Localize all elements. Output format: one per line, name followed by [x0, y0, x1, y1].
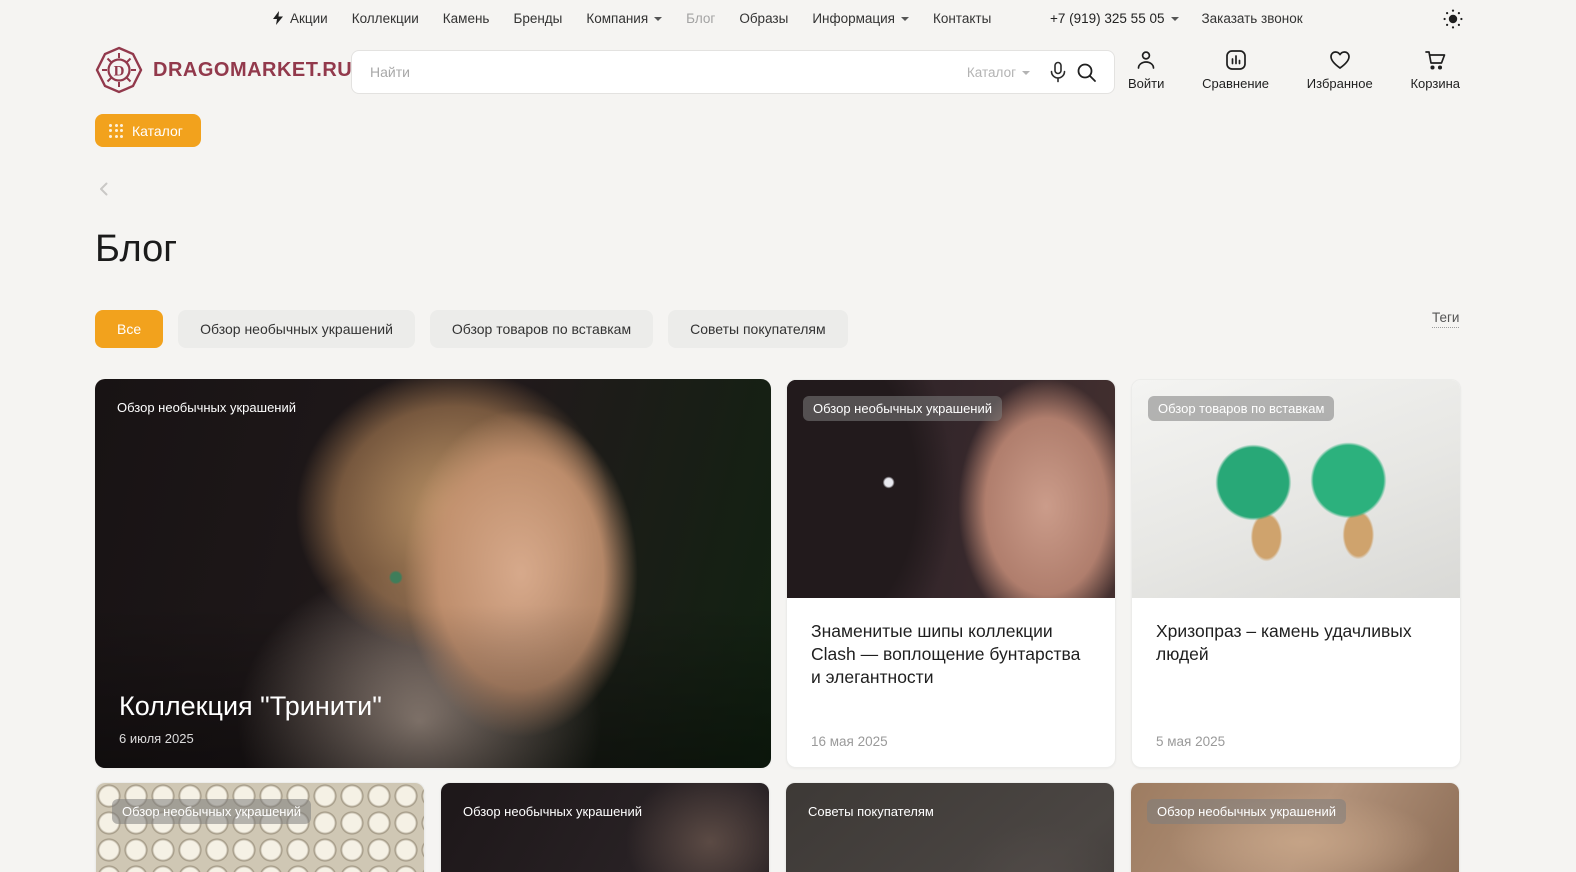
blog-card-date: 16 мая 2025: [811, 734, 888, 749]
phone-label: +7 (919) 325 55 05: [1050, 11, 1164, 26]
category-badge: Обзор необычных украшений: [117, 395, 296, 420]
blog-card-title: Хризопраз – камень удачливых людей: [1156, 620, 1436, 666]
category-badge: Обзор товаров по вставкам: [1148, 396, 1334, 421]
filter-label: Все: [117, 321, 141, 337]
nav-item-brendy[interactable]: Бренды: [513, 11, 562, 26]
nav-item-label: Коллекции: [352, 11, 419, 26]
nav-item-kontakty[interactable]: Контакты: [933, 11, 991, 26]
login-label: Войти: [1128, 76, 1164, 91]
topbar-right: +7 (919) 325 55 05 Заказать звонок: [1050, 0, 1303, 36]
lightning-icon: [272, 11, 284, 25]
category-badge: Обзор необычных украшений: [803, 396, 1002, 421]
favorites-button[interactable]: Избранное: [1307, 48, 1373, 91]
filter-label: Обзор товаров по вставкам: [452, 321, 631, 337]
nav-item-label: Образы: [739, 11, 788, 26]
filter-label: Советы покупателям: [690, 321, 826, 337]
blog-card-title: Коллекция "Тринити": [119, 691, 382, 722]
theme-toggle-sun-icon[interactable]: [1442, 8, 1464, 30]
blog-card[interactable]: Советы покупателям: [785, 782, 1115, 872]
blog-card-image: Обзор товаров по вставкам: [1132, 380, 1460, 598]
nav-item-blog[interactable]: Блог: [686, 11, 715, 26]
blog-card-image: [441, 783, 769, 872]
blog-card-title: Знаменитые шипы коллекции Clash — воплощ…: [811, 620, 1091, 689]
nav-item-kollekcii[interactable]: Коллекции: [352, 11, 419, 26]
blog-card-date: 6 июля 2025: [119, 731, 194, 746]
page: Акции Коллекции Камень Бренды Компания Б…: [0, 0, 1576, 872]
nav-item-label: Информация: [812, 11, 895, 26]
category-badge: Обзор необычных украшений: [463, 799, 642, 824]
blog-card-featured[interactable]: Обзор необычных украшений Коллекция "Три…: [95, 379, 771, 768]
blog-card-body: Знаменитые шипы коллекции Clash — воплощ…: [787, 598, 1115, 768]
compare-button[interactable]: Сравнение: [1202, 48, 1269, 91]
topbar: Акции Коллекции Камень Бренды Компания Б…: [0, 0, 1576, 36]
nav-item-informaciya[interactable]: Информация: [812, 11, 909, 26]
filter-buyer-tips[interactable]: Советы покупателям: [668, 310, 848, 348]
phone-number[interactable]: +7 (919) 325 55 05: [1050, 11, 1179, 26]
chevron-down-icon: [901, 17, 909, 21]
blog-card-image: [1131, 783, 1459, 872]
top-nav: Акции Коллекции Камень Бренды Компания Б…: [272, 0, 991, 36]
tags-link[interactable]: Теги: [1432, 310, 1459, 328]
chevron-down-icon: [654, 17, 662, 21]
nav-item-label: Бренды: [513, 11, 562, 26]
back-button[interactable]: [95, 180, 115, 200]
microphone-icon[interactable]: [1044, 58, 1072, 86]
filter-by-inserts[interactable]: Обзор товаров по вставкам: [430, 310, 653, 348]
blog-card-image: [96, 783, 424, 872]
cart-icon: [1423, 48, 1448, 72]
blog-card-body: Хризопраз – камень удачливых людей 5 мая…: [1132, 598, 1460, 768]
category-badge: Обзор необычных украшений: [1147, 799, 1346, 824]
nav-item-label: Компания: [586, 11, 648, 26]
user-icon: [1134, 48, 1158, 72]
search-category-select[interactable]: Каталог: [967, 65, 1030, 80]
compare-label: Сравнение: [1202, 76, 1269, 91]
blog-card[interactable]: Обзор товаров по вставкам Хризопраз – ка…: [1131, 379, 1461, 768]
filter-label: Обзор необычных украшений: [200, 321, 393, 337]
compare-icon: [1224, 48, 1248, 72]
svg-text:D: D: [114, 64, 125, 80]
blog-card[interactable]: Обзор необычных украшений: [1130, 782, 1460, 872]
nav-item-label: Камень: [443, 11, 490, 26]
nav-item-kompaniya[interactable]: Компания: [586, 11, 662, 26]
blog-card-image: [786, 783, 1114, 872]
blog-card-date: 5 мая 2025: [1156, 734, 1225, 749]
nav-item-label: Акции: [290, 11, 328, 26]
catalog-button[interactable]: Каталог: [95, 114, 201, 147]
blog-card[interactable]: Обзор необычных украшений: [440, 782, 770, 872]
filter-all[interactable]: Все: [95, 310, 163, 348]
login-button[interactable]: Войти: [1128, 48, 1164, 91]
page-title: Блог: [95, 228, 177, 271]
chevron-down-icon: [1022, 71, 1030, 75]
category-badge: Советы покупателям: [808, 799, 934, 824]
filter-pills: Все Обзор необычных украшений Обзор това…: [95, 310, 848, 348]
blog-card-image: Обзор необычных украшений: [787, 380, 1115, 598]
nav-item-label: Контакты: [933, 11, 991, 26]
favorites-label: Избранное: [1307, 76, 1373, 91]
callback-link[interactable]: Заказать звонок: [1201, 11, 1302, 26]
blog-card[interactable]: Обзор необычных украшений: [95, 782, 425, 872]
header-actions: Войти Сравнение Избранное: [1128, 48, 1460, 91]
search-input[interactable]: [370, 64, 967, 80]
logo-text: DRAGOMARKET.RU: [153, 59, 352, 82]
search-icon[interactable]: [1072, 58, 1100, 86]
catalog-button-label: Каталог: [132, 123, 183, 139]
nav-item-kamen[interactable]: Камень: [443, 11, 490, 26]
search-bar: Каталог: [351, 50, 1115, 94]
cart-label: Корзина: [1410, 76, 1460, 91]
logo[interactable]: D DRAGOMARKET.RU: [95, 46, 352, 94]
blog-card[interactable]: Обзор необычных украшений Знаменитые шип…: [786, 379, 1116, 768]
search-category-label: Каталог: [967, 65, 1016, 80]
heart-icon: [1328, 48, 1352, 72]
category-badge: Обзор необычных украшений: [112, 799, 311, 824]
cart-button[interactable]: Корзина: [1410, 48, 1460, 91]
nav-item-obrazy[interactable]: Образы: [739, 11, 788, 26]
filter-unusual-jewelry[interactable]: Обзор необычных украшений: [178, 310, 415, 348]
chevron-down-icon: [1171, 17, 1179, 21]
nav-item-label: Блог: [686, 11, 715, 26]
callback-label: Заказать звонок: [1201, 11, 1302, 26]
logo-emblem-icon: D: [95, 46, 143, 94]
nav-item-akcii[interactable]: Акции: [272, 11, 328, 26]
grid-icon: [109, 124, 123, 138]
